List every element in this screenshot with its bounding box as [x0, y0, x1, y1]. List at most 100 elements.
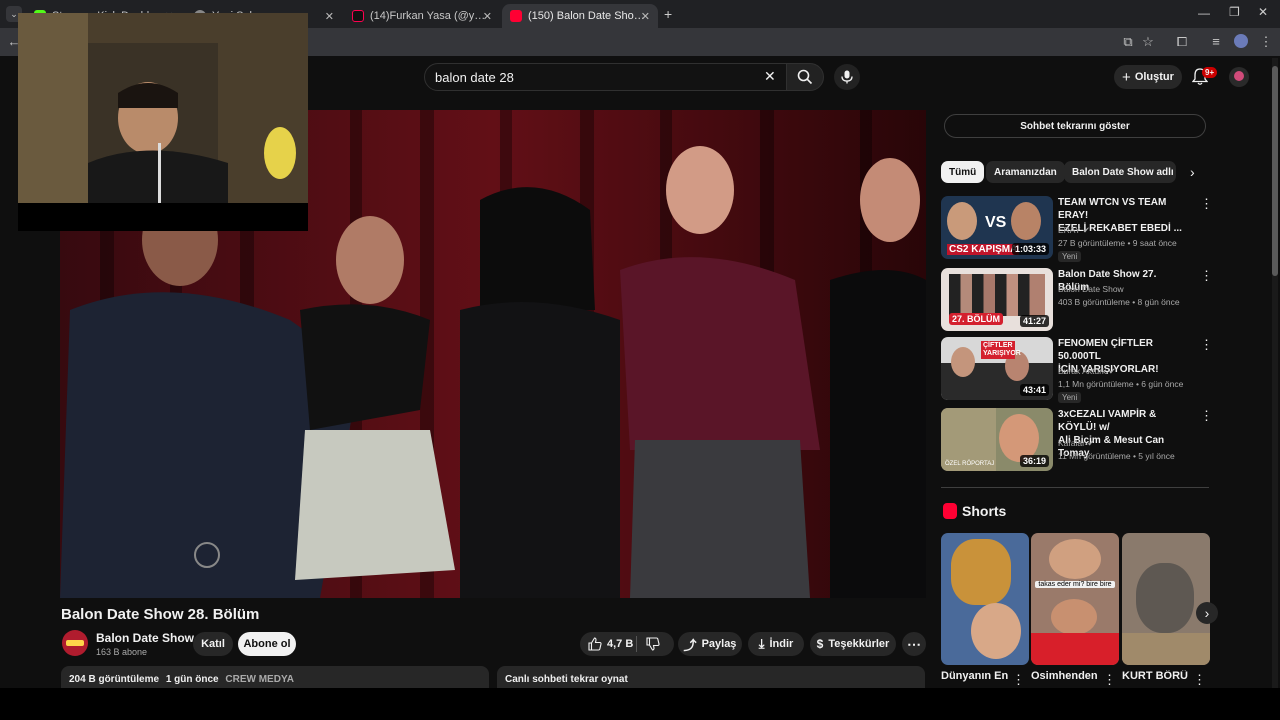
notification-count-badge: 9+ — [1202, 67, 1218, 78]
recommendation-thumbnail[interactable]: VS CS2 KAPIŞMA 1:03:33 — [941, 196, 1053, 259]
verified-check-icon: ✔ — [1108, 366, 1116, 376]
short-thumbnail[interactable] — [941, 533, 1029, 665]
new-badge: Yeni — [1058, 392, 1082, 403]
voice-search-button[interactable] — [834, 64, 860, 90]
show-chat-replay-button[interactable]: Sohbet tekrarını göster — [944, 114, 1206, 138]
search-query-text: balon date 28 — [435, 70, 514, 85]
webcam-overlay — [18, 13, 308, 231]
recommendation-thumbnail[interactable]: ÇİFTLER YARIŞIYOR 43:41 — [941, 337, 1053, 400]
chips-next-chevron-icon[interactable]: › — [1190, 164, 1195, 180]
short-thumbnail[interactable] — [1122, 533, 1210, 665]
clear-search-icon[interactable]: ✕ — [764, 68, 776, 85]
thumbs-down-icon — [646, 637, 660, 651]
shorts-logo-icon — [943, 503, 957, 519]
like-dislike-group: 4,7 B — [580, 632, 674, 656]
more-vertical-icon[interactable]: ⋮ — [1012, 672, 1025, 688]
webcam-frame — [18, 13, 308, 231]
channel-name[interactable]: Balon Date Show — [96, 631, 194, 645]
short-title[interactable]: Dünyanın En — [941, 670, 1011, 682]
video-duration: 41:27 — [1019, 315, 1049, 327]
channel-avatar[interactable] — [62, 630, 88, 656]
shorts-next-button[interactable]: › — [1196, 602, 1218, 624]
tab-tiktok[interactable]: (14)Furkan Yasa (@yasabeyy) | T ✕ — [344, 4, 500, 28]
thumbs-up-icon — [588, 637, 602, 651]
join-button[interactable]: Katıl — [193, 632, 233, 656]
search-icon — [797, 69, 813, 85]
restore-window-icon[interactable]: ❐ — [1229, 5, 1240, 19]
recommendation-meta: 27 B görüntüleme • 9 saat önce — [1058, 238, 1177, 248]
tiktok-favicon-icon — [352, 10, 364, 22]
short-thumbnail[interactable]: takas eder mi? bire bire — [1031, 533, 1119, 665]
browser-menu-icon[interactable]: ⋮ — [1258, 34, 1274, 50]
subscriber-count: 163 B abone — [96, 647, 148, 657]
subscribe-button[interactable]: Abone ol — [238, 632, 296, 656]
upload-age: 1 gün önce — [165, 674, 219, 685]
chip-from-search[interactable]: Aramanızdan — [986, 161, 1065, 183]
recommendation-thumbnail[interactable]: 27. BÖLÜM 41:27 — [941, 268, 1053, 331]
cast-icon[interactable]: ⧉ — [1120, 34, 1136, 50]
share-arrow-icon: ⤴ — [683, 637, 697, 653]
video-title: Balon Date Show 28. Bölüm — [61, 606, 260, 623]
short-title[interactable]: Osimhenden — [1031, 670, 1101, 682]
youtube-favicon-icon — [510, 10, 522, 22]
more-vertical-icon[interactable]: ⋮ — [1200, 268, 1213, 284]
download-icon: ⤓ — [758, 636, 765, 651]
reading-list-icon[interactable]: ≡ — [1208, 34, 1224, 49]
dislike-button[interactable] — [646, 637, 660, 654]
bookmark-star-icon[interactable]: ☆ — [1140, 34, 1156, 50]
more-horizontal-icon: ⋯ — [907, 635, 921, 652]
shorts-heading: Shorts — [962, 503, 1007, 519]
more-vertical-icon[interactable]: ⋮ — [1103, 672, 1116, 688]
like-divider — [636, 636, 637, 652]
tab-youtube-active[interactable]: (150) Balon Date Show 28. Bölüm ✕ — [502, 4, 658, 28]
chip-all[interactable]: Tümü — [941, 161, 985, 183]
close-tab-icon[interactable]: ✕ — [641, 10, 650, 23]
screen-bottom-bar — [0, 688, 1280, 720]
verified-check-icon: ✔ — [1082, 225, 1090, 235]
microphone-icon — [841, 70, 853, 84]
like-button[interactable]: 4,7 B — [588, 637, 633, 651]
view-count: 204 B görüntüleme — [69, 674, 160, 685]
section-divider — [941, 487, 1209, 488]
scrollbar-track[interactable] — [1272, 58, 1278, 688]
more-vertical-icon[interactable]: ⋮ — [1200, 408, 1213, 424]
recommendation-meta: 1,1 Mn görüntüleme • 6 gün önce — [1058, 379, 1184, 389]
super-thanks-icon: $ — [816, 637, 824, 651]
description-tag[interactable]: CREW MEDYA — [225, 674, 294, 685]
create-button[interactable]: + Oluştur — [1114, 65, 1182, 89]
extensions-puzzle-icon[interactable]: ⧠ — [1174, 34, 1190, 50]
profile-avatar[interactable] — [1234, 34, 1248, 48]
recommendation-meta: 11 Mn görüntüleme • 5 yıl önce — [1058, 451, 1175, 461]
recommendation-meta: 403 B görüntüleme • 8 gün önce — [1058, 297, 1180, 307]
video-duration: 43:41 — [1019, 384, 1049, 396]
search-button[interactable] — [786, 63, 824, 91]
chevron-right-icon: › — [1204, 605, 1210, 621]
new-tab-plus-icon[interactable]: + — [664, 6, 672, 22]
video-duration: 36:19 — [1019, 455, 1049, 467]
recommendation-channel[interactable]: ERAY ✔ — [1058, 225, 1090, 236]
close-tab-icon[interactable]: ✕ — [325, 10, 334, 23]
more-vertical-icon[interactable]: ⋮ — [1200, 196, 1213, 212]
more-actions-button[interactable]: ⋯ — [902, 632, 926, 656]
download-button[interactable]: ⤓ İndir — [748, 632, 804, 656]
verified-check-icon: ✔ — [1087, 438, 1095, 448]
minimize-window-icon[interactable]: — — [1198, 6, 1210, 20]
more-vertical-icon[interactable]: ⋮ — [1193, 672, 1206, 688]
recommendation-channel[interactable]: Burak Aktürk ✔ — [1058, 366, 1116, 377]
thanks-button[interactable]: $ Teşekkürler — [810, 632, 896, 656]
recommendation-thumbnail[interactable]: ÖZEL RÖPORTAJ 36:19 — [941, 408, 1053, 471]
close-tab-icon[interactable]: ✕ — [483, 10, 492, 23]
new-badge: Yeni — [1058, 251, 1082, 262]
scrollbar-thumb[interactable] — [1272, 66, 1278, 276]
plus-icon: + — [1122, 68, 1131, 86]
account-avatar[interactable] — [1229, 67, 1249, 87]
recommendation-channel[interactable]: Kafalar ✔ — [1058, 438, 1094, 449]
chip-from-uploader[interactable]: Balon Date Show adlı yükleyiciden — [1064, 161, 1176, 183]
more-vertical-icon[interactable]: ⋮ — [1200, 337, 1213, 353]
video-duration: 1:03:33 — [1011, 243, 1049, 255]
recommendation-channel[interactable]: Balon Date Show — [1058, 284, 1124, 294]
short-title[interactable]: KURT BÖRÜ — [1122, 670, 1192, 682]
close-window-icon[interactable]: ✕ — [1258, 5, 1268, 19]
share-button[interactable]: ⤴ Paylaş — [678, 632, 742, 656]
search-input[interactable]: balon date 28 — [424, 63, 788, 91]
